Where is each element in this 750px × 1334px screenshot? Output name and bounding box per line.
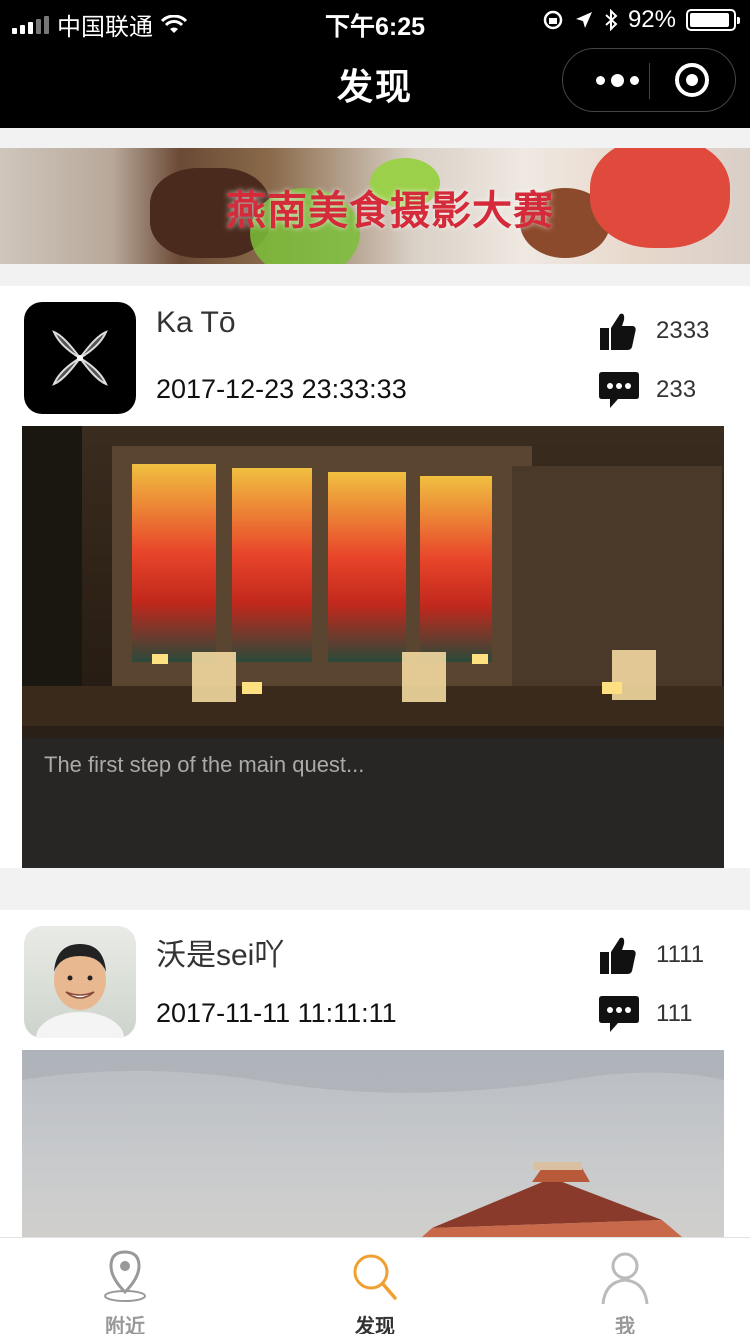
battery-icon [686, 9, 740, 31]
post-photo[interactable]: The first step of the main quest... [22, 426, 724, 868]
post-card[interactable]: 沃是sei吖 2017-11-11 11:11:11 1111 111 [0, 910, 750, 1237]
like-stat[interactable]: 2333 [598, 310, 709, 352]
post-author[interactable]: 沃是sei吖 [156, 930, 284, 974]
contest-banner[interactable]: 燕南美食摄影大赛 [0, 148, 750, 264]
post-date: 2017-11-11 11:11:11 [156, 998, 397, 1028]
caption-text: The first step of the main quest... [44, 752, 365, 777]
status-bar: 中国联通 下午6:25 92% [0, 0, 750, 41]
mini-program-capsule [562, 48, 736, 112]
rotation-lock-icon [543, 10, 563, 30]
tab-label: 发现 [355, 1316, 395, 1334]
capsule-divider [649, 63, 650, 99]
post-photo[interactable] [22, 1050, 724, 1237]
comment-count: 111 [656, 1000, 693, 1027]
tab-label: 我 [615, 1316, 635, 1334]
top-bar: 中国联通 下午6:25 92% 发现 [0, 0, 750, 128]
status-right: 92% [542, 6, 740, 34]
post-caption: The first step of the main quest... [22, 738, 724, 868]
tab-nearby[interactable]: 附近 [0, 1238, 250, 1334]
avatar[interactable] [24, 302, 136, 414]
avatar[interactable] [24, 926, 136, 1038]
comment-stat[interactable]: 111 [598, 994, 692, 1034]
banner-title: 燕南美食摄影大赛 [226, 189, 554, 233]
comment-icon[interactable] [598, 994, 640, 1034]
more-icon[interactable] [587, 49, 647, 111]
comment-stat[interactable]: 233 [598, 370, 696, 410]
location-arrow-icon [575, 12, 592, 28]
comment-icon[interactable] [598, 370, 640, 410]
like-count: 1111 [656, 941, 705, 968]
post-author[interactable]: Ka Tō [156, 306, 236, 340]
tab-bar: 附近 发现 我 [0, 1237, 750, 1334]
tab-me[interactable]: 我 [500, 1238, 750, 1334]
thumbs-up-icon[interactable] [598, 934, 638, 976]
like-stat[interactable]: 1111 [598, 934, 704, 976]
bluetooth-icon [605, 9, 618, 31]
close-target-icon[interactable] [675, 63, 709, 97]
tab-label: 附近 [105, 1316, 145, 1334]
post-card[interactable]: Ka Tō 2017-12-23 23:33:33 2333 233 The f… [0, 286, 750, 868]
like-count: 2333 [656, 317, 710, 344]
comment-count: 233 [656, 376, 697, 403]
location-pin-icon [104, 1250, 146, 1302]
person-icon [601, 1252, 649, 1304]
post-date: 2017-12-23 23:33:33 [156, 374, 407, 404]
search-icon [353, 1254, 397, 1300]
battery-percent: 92% [627, 6, 676, 33]
tab-discover[interactable]: 发现 [250, 1238, 500, 1334]
thumbs-up-icon[interactable] [598, 310, 638, 352]
